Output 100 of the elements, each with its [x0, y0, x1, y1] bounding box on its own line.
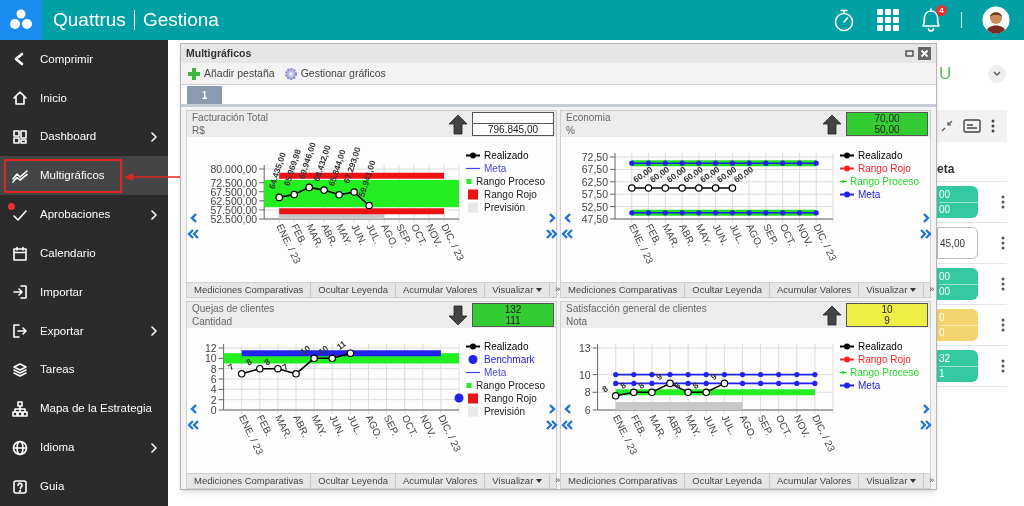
chart-title: Facturación Total	[192, 111, 268, 124]
legend-label: Previsión	[484, 404, 526, 419]
unit-label: R$	[192, 124, 206, 137]
value-label: 8	[600, 383, 610, 395]
card-value: 0	[939, 310, 946, 325]
legend-label: Meta	[484, 365, 507, 380]
value-label: 8	[618, 380, 628, 391]
axis-label: 62,50	[581, 175, 608, 188]
axis-label: JUL.	[719, 413, 739, 437]
unit-label: %	[566, 124, 576, 137]
axis-label: NOV.	[418, 413, 439, 440]
axis-label: 72,50	[581, 151, 608, 163]
legend-label: Rango Rojo	[858, 352, 911, 367]
axis-label: 6	[584, 404, 591, 416]
axis-label: 57,50	[581, 188, 608, 201]
indicator-value: 132	[504, 304, 522, 315]
sidebar-label: Inicio	[40, 90, 67, 106]
axis-label: FEB.	[629, 413, 649, 438]
legend-label: Rango Proceso	[850, 365, 919, 380]
axis-label: 12	[204, 342, 217, 354]
axis-label: JUN.	[701, 413, 722, 438]
chart-title: Quejas de clientes	[192, 302, 275, 315]
axis-label: 80.000,00	[210, 163, 258, 175]
sidebar-label: Comprimir	[40, 51, 94, 67]
legend-label: Rango Rojo	[858, 161, 911, 176]
axis-label: MAR.	[647, 413, 668, 441]
axis-label: MAY.	[309, 413, 330, 439]
card-value: 00	[939, 201, 978, 217]
axis-label: FEB.	[643, 222, 664, 247]
legend-label: Realizado	[484, 339, 529, 354]
value-label: 7	[226, 361, 236, 373]
legend-label: Rango Proceso	[476, 174, 545, 189]
value-label: 8	[636, 380, 646, 391]
value-label: 11	[334, 338, 348, 352]
axis-label: OCT.	[399, 413, 420, 439]
sidebar-label: Tareas	[40, 362, 75, 378]
axis-label: 6	[210, 373, 217, 385]
chart-title: Satisfacción general de clientes	[566, 302, 707, 315]
sidebar-label: Guia	[40, 478, 65, 494]
legend-label: Meta	[858, 378, 881, 393]
axis-label: MAR.	[273, 413, 294, 441]
value-label: 8	[690, 380, 701, 391]
card-value: 32	[939, 351, 952, 366]
brand-name: Quattrus	[53, 7, 126, 32]
sidebar-label: Importar	[40, 284, 83, 300]
legend-label: Rango Rojo	[484, 187, 537, 202]
legend-label: Rango Rojo	[484, 391, 537, 406]
legend-label: Rango Proceso	[850, 174, 919, 189]
sidebar-label: Dashboard	[40, 129, 97, 145]
axis-label: 8	[210, 362, 217, 375]
column-heading: eta	[937, 160, 955, 178]
indicator-value: 50,00	[874, 124, 900, 135]
card-value: 00	[939, 269, 952, 284]
indicator-field: 796.845,00	[472, 124, 554, 136]
legend-label: Realizado	[484, 148, 529, 163]
legend-label: Rango Proceso	[476, 378, 545, 393]
indicator-value: 9	[884, 315, 890, 326]
sidebar-label: Multigráficos	[40, 168, 105, 184]
sidebar-label: Idioma	[40, 440, 75, 456]
axis-label: JUL.	[345, 413, 365, 437]
axis-label: OCT.	[773, 413, 794, 439]
axis-label: DIC. / 23	[810, 413, 838, 454]
card-value: 45,00	[940, 235, 977, 251]
axis-label: 2	[210, 393, 217, 406]
card-value: 00	[939, 187, 952, 202]
unit-label: Nota	[566, 315, 589, 328]
axis-label: ABR.	[665, 413, 686, 439]
axis-label: 52,50	[581, 200, 608, 213]
axis-label: 10	[204, 352, 217, 365]
axis-label: 67,50	[581, 163, 608, 176]
legend-label: Meta	[858, 187, 881, 202]
value-label: 10	[298, 343, 312, 357]
axis-label: 0	[210, 404, 217, 416]
axis-label: JUN.	[327, 413, 348, 438]
value-label: 9	[654, 371, 665, 383]
axis-label: FEB.	[255, 413, 275, 438]
legend-label: Realizado	[858, 339, 903, 354]
section-heading: U	[939, 63, 952, 86]
indicator-value: 111	[505, 315, 521, 326]
axis-label: DIC. / 23	[436, 413, 464, 454]
legend-label: Meta	[484, 161, 507, 176]
axis-label: NOV.	[792, 413, 813, 440]
legend-label: Benchmark	[484, 352, 535, 367]
value-label: 7	[280, 361, 291, 373]
value-label: 8	[262, 356, 272, 368]
dialog-title: Multigráficos	[186, 45, 252, 61]
legend-label: Previsión	[484, 200, 526, 215]
unit-label: Cantidad	[192, 315, 234, 328]
sidebar-label: Exportar	[40, 323, 84, 339]
chart-title: Economia	[566, 111, 611, 124]
axis-label: ABR.	[291, 413, 312, 439]
legend-label: Realizado	[858, 148, 903, 163]
axis-label: 4	[210, 383, 217, 396]
sidebar-label: Calendario	[40, 245, 96, 261]
indicator-value: 70,00	[874, 113, 900, 124]
card-value: 00	[939, 283, 978, 299]
card-value: 1	[939, 365, 978, 381]
axis-label: 8	[584, 386, 591, 399]
sidebar-label: Aprobaciones	[40, 207, 111, 223]
card-value: 0	[939, 324, 978, 340]
